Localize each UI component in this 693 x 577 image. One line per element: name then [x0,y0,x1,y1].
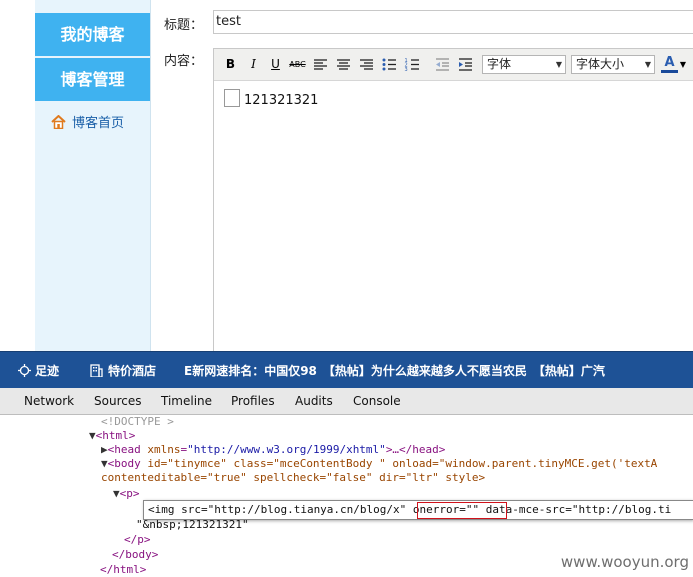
chevron-down-icon: ▼ [644,60,651,69]
rich-text-editor[interactable]: B I U ABC 123 字体 ▼ 字体大小 ▼ A ▼ 121321321 [213,48,693,351]
body-tag: <body [107,457,141,470]
font-color-button[interactable]: A [661,56,678,73]
p-node[interactable]: ▼<p> [113,487,140,501]
tab-console[interactable]: Console [353,394,401,408]
title-label: 标题： [164,18,204,33]
align-left-icon[interactable] [312,56,329,73]
tab-sources[interactable]: Sources [94,394,141,408]
body-attrs: id="tinymce" class="mceContentBody " onl… [140,457,658,470]
sidebar-item-blog-manage[interactable]: 博客管理 [35,58,150,101]
chevron-down-icon: ▼ [555,60,562,69]
hotel-deals-label: 特价酒店 [108,364,157,378]
blog-editor-page: 我的博客 博客管理 博客首页 标题： test 内容： B I U ABC 1 … [0,0,693,351]
doctype-node[interactable]: <!DOCTYPE > [101,415,174,429]
head-attr-value: "http://www.w3.org/1999/xhtml" [187,443,386,456]
expand-triangle-icon[interactable]: ▼ [101,457,108,470]
watermark: www.wooyun.org [560,553,689,571]
body-node[interactable]: ▼<body id="tinymce" class="mceContentBod… [101,457,657,471]
head-node[interactable]: ▶<head xmlns="http://www.w3.org/1999/xht… [101,443,445,457]
home-link-label: 博客首页 [72,116,125,131]
tab-audits[interactable]: Audits [295,394,333,408]
sidebar: 我的博客 博客管理 博客首页 [35,0,151,351]
collapsed-triangle-icon[interactable]: ▶ [101,443,108,456]
tab-timeline[interactable]: Timeline [161,394,212,408]
p-open-tag: <p> [119,487,140,500]
title-input[interactable]: test [213,10,693,34]
highlight-box [417,502,507,519]
align-center-icon[interactable] [335,56,352,73]
footprint-label: 足迹 [35,364,60,378]
html-open-tag: <html> [95,429,136,442]
body-attrs-continued: contenteditable="true" spellcheck="false… [101,471,486,484]
outdent-icon[interactable] [434,56,451,73]
building-icon [90,364,103,380]
browser-toolbar: 足迹 特价酒店 E新网速排名：中国仅98 【热帖】为什么越来越多人不愿当农民 【… [0,351,693,388]
img-after: data-mce-src="http://blog.ti [479,503,672,516]
html-node[interactable]: ▼<html> [89,429,135,443]
news-ticker[interactable]: E新网速排名：中国仅98 【热帖】为什么越来越多人不愿当农民 【热帖】广汽 [184,362,605,379]
home-icon [51,114,66,133]
p-close-tag: </p> [124,533,151,546]
img-node-edit[interactable]: <img src="http://blog.tianya.cn/blog/x" … [148,503,671,517]
font-size-value: 字体大小 [576,57,625,71]
devtools-tabbar: Network Sources Timeline Profiles Audits… [0,388,693,415]
sidebar-item-my-blog[interactable]: 我的博客 [35,13,150,56]
editor-content[interactable]: 121321321 [224,89,318,108]
svg-text:3: 3 [405,67,408,73]
head-attr-name: xmlns [147,443,181,456]
font-size-select[interactable]: 字体大小 ▼ [571,55,655,74]
bullet-list-icon[interactable] [381,56,398,73]
underline-button[interactable]: U [267,56,284,73]
sidebar-item-blog-home[interactable]: 博客首页 [51,112,124,133]
editor-text: 121321321 [244,93,319,108]
tab-profiles[interactable]: Profiles [231,394,275,408]
head-rest: >…</head> [385,443,446,456]
devtools-elements-panel: <!DOCTYPE > ▼<html> ▶<head xmlns="http:/… [0,415,693,577]
hotel-deals-button[interactable]: 特价酒店 [90,362,156,380]
expand-triangle-icon[interactable]: ▼ [113,487,120,500]
html-close-tag: </html> [100,563,147,576]
bold-button[interactable]: B [222,56,239,73]
editor-toolbar: B I U ABC 123 字体 ▼ 字体大小 ▼ A ▼ [214,49,693,81]
indent-icon[interactable] [457,56,474,73]
italic-button[interactable]: I [245,56,262,73]
expand-triangle-icon[interactable]: ▼ [89,429,96,442]
broken-image-icon [224,89,240,107]
content-label: 内容： [164,54,204,69]
strikethrough-button[interactable]: ABC [289,56,306,73]
font-family-value: 字体 [487,57,512,71]
head-tag: <head [107,443,141,456]
tab-network[interactable]: Network [24,394,74,408]
font-color-dropdown-icon[interactable]: ▼ [678,56,688,73]
numbered-list-icon[interactable]: 123 [404,56,421,73]
img-before: <img src="http://blog.tianya.cn/blog/x" [148,503,413,516]
body-close-tag: </body> [112,548,159,561]
text-node[interactable]: "&nbsp;121321321" [136,518,249,532]
font-family-select[interactable]: 字体 ▼ [482,55,566,74]
footprint-button[interactable]: 足迹 [18,362,59,380]
align-right-icon[interactable] [358,56,375,73]
crosshair-icon [18,364,31,380]
